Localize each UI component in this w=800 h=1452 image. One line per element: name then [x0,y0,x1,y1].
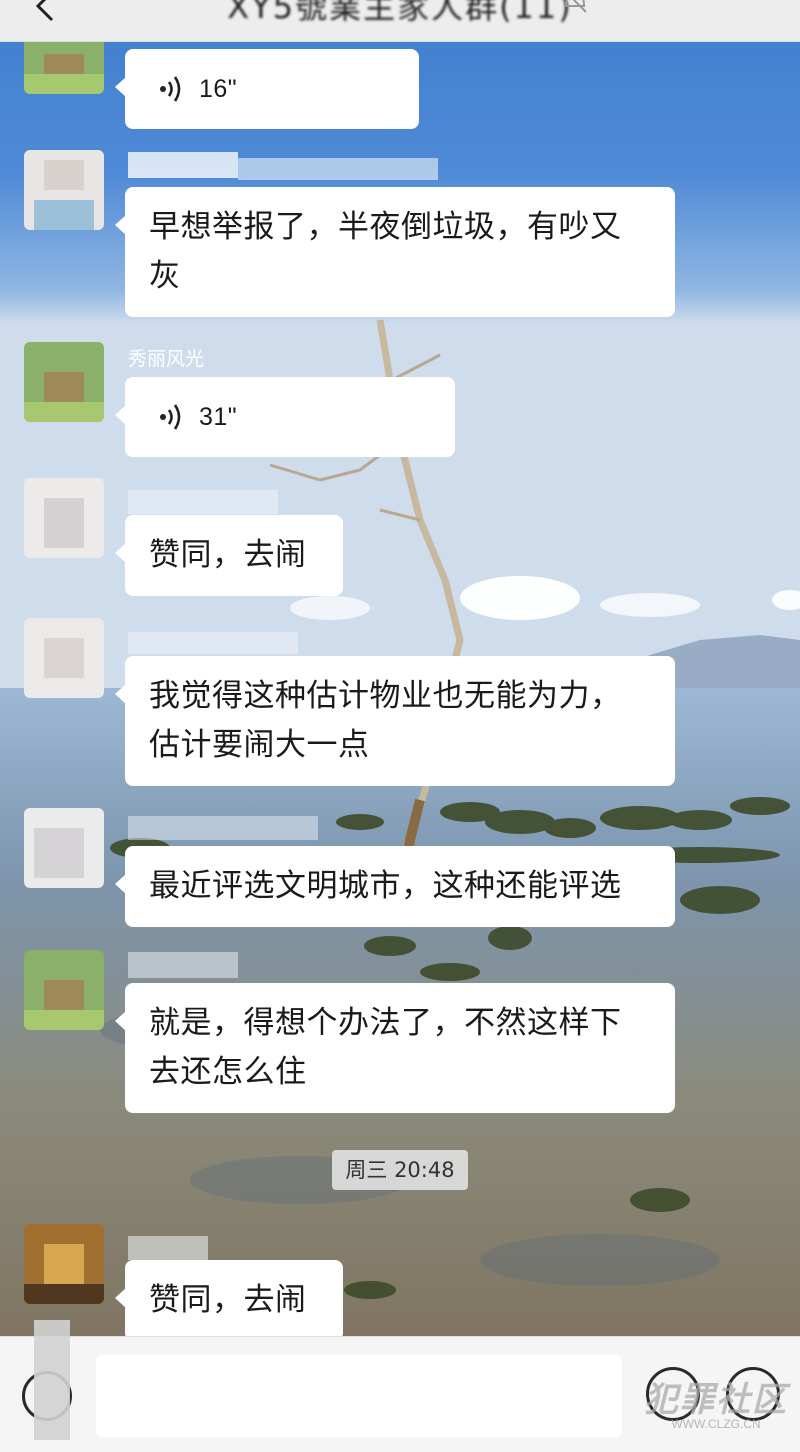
text-message[interactable]: 赞同，去闹 [115,1260,343,1341]
text-message[interactable]: 赞同，去闹 [115,515,343,596]
redaction-strip [34,1320,70,1440]
message-input[interactable] [96,1355,622,1437]
voice-duration: 16" [199,75,238,103]
voice-duration: 31" [199,403,238,431]
text-message[interactable]: 我觉得这种估计物业也无能为力， 估计要闹大一点 [115,656,675,786]
avatar[interactable] [24,150,104,230]
message-line: 最近评选文明城市，这种还能评选 [149,868,622,904]
nickname: 秀丽风光 [128,348,205,370]
text-message[interactable]: 最近评选文明城市，这种还能评选 [115,846,675,927]
bell-off-icon [564,0,587,13]
message-line: 灰 [149,258,181,294]
voice-wave-icon [160,404,181,430]
nickname-redacted [128,950,448,980]
avatar[interactable] [24,808,104,888]
avatar[interactable] [24,618,104,698]
message-line: 就是，得想个办法了，不然这样下 [149,1005,622,1041]
message-line: 去还怎么住 [149,1054,307,1090]
voice-wave-icon [160,76,181,102]
voice-message[interactable]: 16" [115,49,419,129]
nickname-redacted [128,1232,448,1262]
message-line: 早想举报了，半夜倒垃圾，有吵又 [149,209,622,245]
message-line: 我觉得这种估计物业也无能为力， [149,678,622,714]
chat-header: XY5號業主家人群(11) [0,0,800,42]
site-watermark: 犯罪社区 WWW.CLZG.CN [636,1372,796,1442]
voice-message[interactable]: 31" [115,377,455,457]
message-timestamp: 周三 20:48 [332,1150,468,1190]
text-message[interactable]: 早想举报了，半夜倒垃圾，有吵又 灰 [115,187,675,317]
avatar[interactable] [24,478,104,558]
nickname-redacted [128,628,448,658]
message-line: 赞同，去闹 [149,537,307,573]
nickname-redacted [128,810,448,840]
text-message[interactable]: 就是，得想个办法了，不然这样下 去还怎么住 [115,983,675,1113]
message-line: 赞同，去闹 [149,1282,307,1318]
nickname-redacted [128,484,448,514]
avatar[interactable] [24,342,104,422]
watermark-main: 犯罪社区 [644,1380,788,1420]
avatar[interactable] [24,1224,104,1304]
avatar[interactable] [24,950,104,1030]
chat-title: XY5號業主家人群(11) [227,0,573,26]
nickname-redacted [128,150,448,180]
message-line: 估计要闹大一点 [149,727,370,763]
